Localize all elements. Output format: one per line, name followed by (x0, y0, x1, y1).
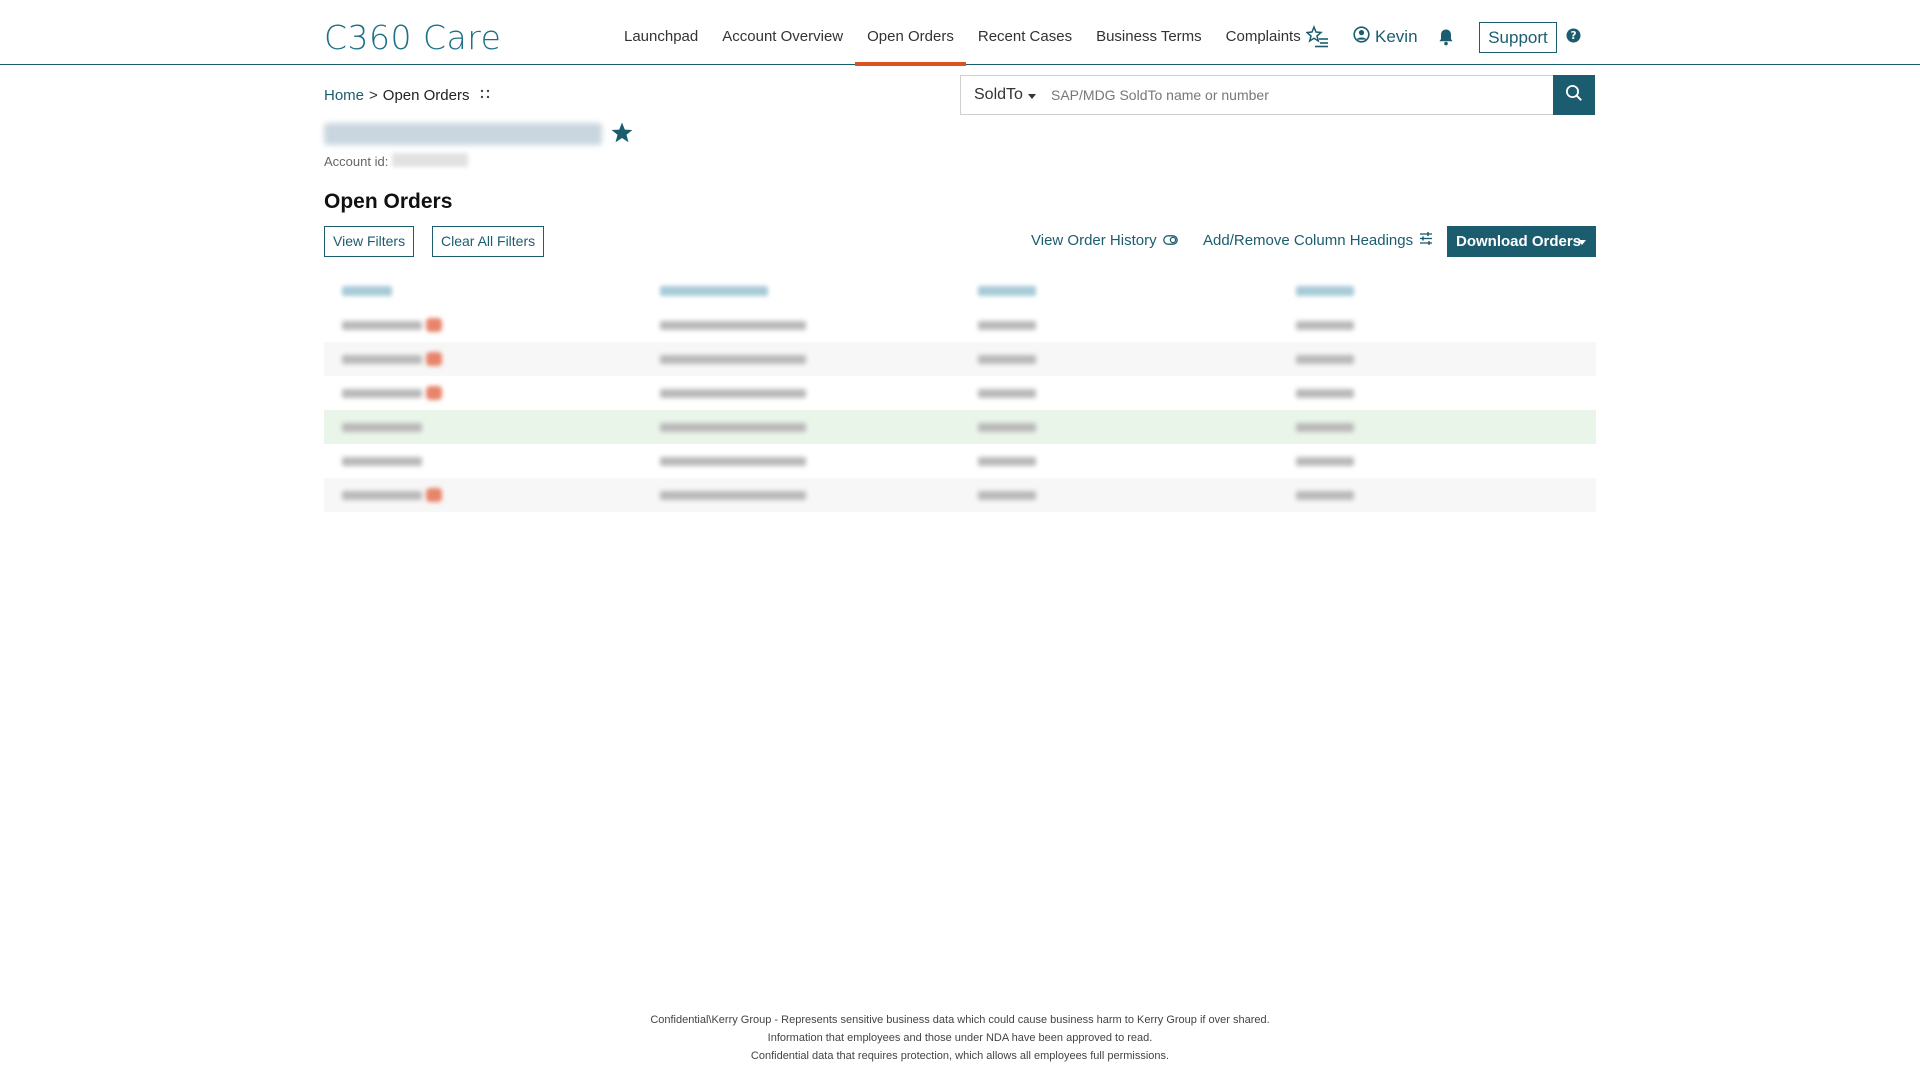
cell-redacted (978, 321, 1036, 330)
help-circle-icon[interactable]: ? (1566, 28, 1581, 48)
search-button[interactable] (1553, 75, 1595, 115)
order-number-redacted[interactable] (342, 423, 422, 432)
account-name-redacted (324, 123, 602, 145)
chevron-down-icon (1027, 76, 1036, 114)
account-id-label: Account id: (324, 154, 389, 169)
bell-icon[interactable] (1438, 28, 1454, 51)
clear-all-filters-button[interactable]: Clear All Filters (432, 226, 545, 257)
toggle-icon (1162, 232, 1178, 249)
cell-redacted (660, 355, 806, 364)
download-orders-button[interactable]: Download Orders (1447, 226, 1596, 257)
nav-recent-cases[interactable]: Recent Cases (966, 0, 1084, 65)
column-header-redacted[interactable] (660, 286, 768, 296)
column-header-redacted[interactable] (978, 286, 1036, 296)
status-badge (426, 352, 442, 366)
support-button[interactable]: Support (1479, 22, 1557, 53)
order-number-redacted[interactable] (342, 491, 422, 500)
table-row[interactable] (324, 376, 1596, 410)
page-title: Open Orders (324, 190, 453, 213)
svg-text:?: ? (1570, 30, 1576, 42)
cell-redacted (978, 423, 1036, 432)
user-circle-icon (1353, 26, 1370, 48)
footer-line: Confidential\Kerry Group - Represents se… (650, 1014, 1270, 1026)
table-row-highlighted[interactable] (324, 410, 1596, 444)
cell-redacted (660, 491, 806, 500)
open-orders-table (324, 276, 1596, 512)
favorites-list-icon[interactable] (1305, 24, 1330, 49)
view-filters-button[interactable]: View Filters (324, 226, 415, 257)
breadcrumb-current: Open Orders (382, 87, 470, 104)
breadcrumb-home-link[interactable]: Home (324, 87, 364, 104)
table-row[interactable] (324, 444, 1596, 478)
cell-redacted (660, 321, 806, 330)
soldto-dropdown-label: SoldTo (974, 86, 1023, 103)
view-order-history-label: View Order History (1031, 232, 1157, 249)
main-nav: Launchpad Account Overview Open Orders R… (612, 0, 1313, 66)
nav-complaints[interactable]: Complaints (1214, 0, 1313, 65)
table-row[interactable] (324, 478, 1596, 512)
view-order-history-link[interactable]: View Order History (1031, 232, 1178, 249)
cell-redacted (660, 423, 806, 432)
status-badge (426, 318, 442, 332)
add-remove-column-headings-link[interactable]: Add/Remove Column Headings (1203, 232, 1433, 249)
confidentiality-footer: Confidential\Kerry Group - Represents se… (0, 1011, 1920, 1065)
nav-open-orders[interactable]: Open Orders (855, 0, 966, 66)
account-id-redacted (392, 153, 468, 167)
caret-down-icon (1578, 240, 1586, 245)
cell-redacted (978, 389, 1036, 398)
cell-redacted (660, 389, 806, 398)
column-headings-label: Add/Remove Column Headings (1203, 232, 1414, 249)
nav-launchpad[interactable]: Launchpad (612, 0, 710, 65)
footer-line: Information that employees and those und… (767, 1032, 1153, 1044)
order-number-redacted[interactable] (342, 457, 422, 466)
breadcrumb: Home > Open Orders (324, 87, 491, 104)
status-badge (426, 386, 442, 400)
status-badge (426, 488, 442, 502)
nav-business-terms[interactable]: Business Terms (1084, 0, 1214, 65)
app-logo[interactable]: C360 Care (324, 18, 501, 57)
user-menu[interactable]: Kevin (1353, 26, 1418, 48)
order-number-redacted[interactable] (342, 321, 422, 330)
cell-redacted (1296, 389, 1354, 398)
drag-grip-icon[interactable] (479, 87, 491, 104)
nav-account-overview[interactable]: Account Overview (710, 0, 855, 65)
cell-redacted (1296, 491, 1354, 500)
table-header (324, 276, 1596, 308)
cell-redacted (660, 457, 806, 466)
footer-line: Confidential data that requires protecti… (750, 1050, 1170, 1062)
favorite-star-icon[interactable] (610, 121, 634, 150)
order-number-redacted[interactable] (342, 355, 422, 364)
soldto-dropdown[interactable]: SoldTo (961, 76, 1047, 114)
order-number-redacted[interactable] (342, 389, 422, 398)
search-input[interactable] (1047, 76, 1553, 114)
cell-redacted (1296, 423, 1354, 432)
sliders-icon (1419, 232, 1433, 249)
cell-redacted (1296, 321, 1354, 330)
breadcrumb-separator: > (369, 87, 378, 104)
column-header-redacted[interactable] (1296, 286, 1354, 296)
column-header-redacted[interactable] (342, 286, 392, 296)
cell-redacted (978, 457, 1036, 466)
download-orders-label: Download Orders (1456, 233, 1582, 250)
soldto-search: SoldTo (960, 75, 1595, 115)
cell-redacted (978, 355, 1036, 364)
cell-redacted (1296, 355, 1354, 364)
top-header: C360 Care Launchpad Account Overview Ope… (0, 0, 1920, 66)
cell-redacted (1296, 457, 1354, 466)
table-row[interactable] (324, 308, 1596, 342)
search-icon (1565, 84, 1583, 107)
table-row[interactable] (324, 342, 1596, 376)
cell-redacted (978, 491, 1036, 500)
user-name: Kevin (1375, 27, 1418, 46)
